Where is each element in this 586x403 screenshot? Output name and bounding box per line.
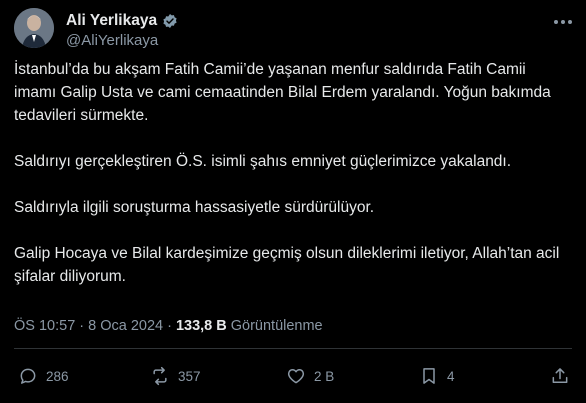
post-paragraph: İstanbul’da bu akşam Fatih Camii’de yaşa… [14, 61, 551, 124]
meta-separator: · [167, 318, 172, 334]
bookmark-icon [423, 368, 435, 384]
post-time[interactable]: ÖS 10:57 [14, 318, 75, 334]
divider [14, 348, 572, 349]
like-button[interactable]: 2 B [286, 366, 334, 386]
bookmark-button[interactable]: 4 [419, 366, 455, 386]
reply-count: 286 [46, 368, 69, 384]
post-meta: ÖS 10:57 · 8 Oca 2024 · 133,8 B Görüntül… [14, 318, 323, 334]
handle[interactable]: @AliYerlikaya [66, 32, 158, 49]
action-bar: 286 357 2 B 4 [14, 362, 572, 394]
share-icon [552, 368, 568, 383]
reply-button[interactable]: 286 [18, 366, 69, 386]
share-button[interactable] [550, 366, 570, 386]
post-paragraph: Saldırıyı gerçekleştiren Ö.S. isimli şah… [14, 153, 512, 170]
repost-count: 357 [178, 368, 201, 384]
avatar[interactable] [14, 8, 54, 48]
post-date[interactable]: 8 Oca 2024 [88, 318, 163, 334]
post-header: Ali Yerlikaya @AliYerlikaya [14, 8, 576, 52]
reply-icon [20, 368, 36, 384]
view-count: 133,8 B [175, 318, 227, 334]
like-count: 2 B [314, 368, 335, 384]
repost-button[interactable]: 357 [150, 366, 201, 386]
avatar-image [14, 8, 54, 48]
post-paragraph: Saldırıyla ilgili soruşturma hassasiyetl… [14, 199, 375, 216]
display-name[interactable]: Ali Yerlikaya [66, 12, 157, 30]
verified-badge-icon [162, 13, 178, 29]
more-icon[interactable] [552, 14, 574, 30]
post-text: İstanbul’da bu akşam Fatih Camii’de yaşa… [14, 58, 572, 311]
repost-icon [153, 366, 167, 386]
name-row: Ali Yerlikaya [66, 12, 178, 30]
bookmark-count: 4 [447, 368, 455, 384]
meta-separator: · [79, 318, 85, 334]
post-paragraph: Galip Hocaya ve Bilal kardeşimize geçmiş… [14, 245, 560, 285]
like-icon [287, 369, 305, 384]
view-count-label: Görüntülenme [230, 318, 323, 334]
